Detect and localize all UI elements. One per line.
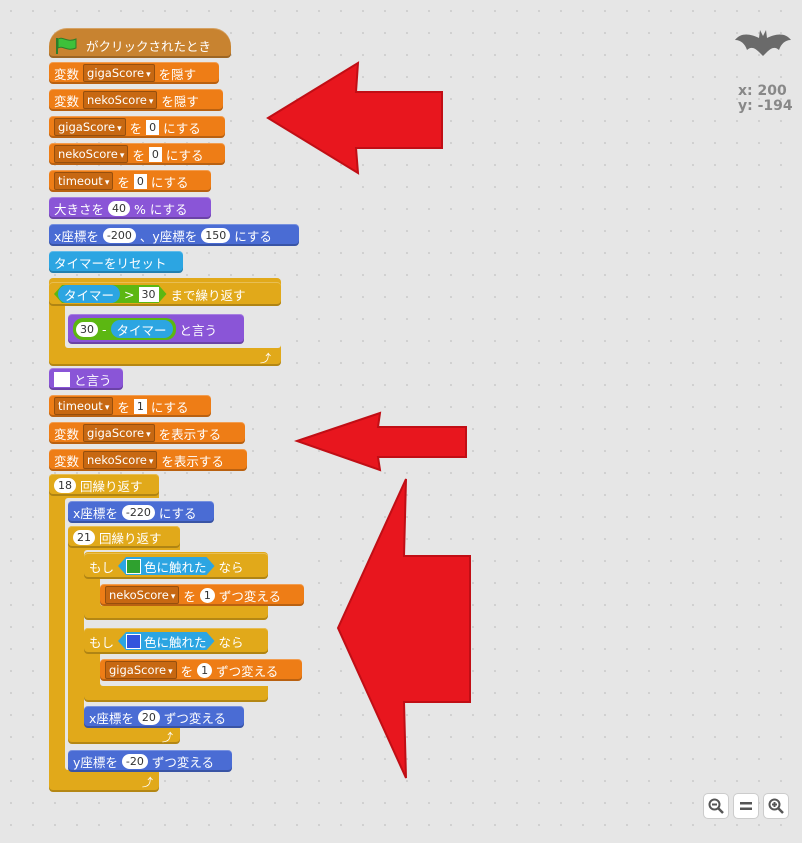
repeat-until-header[interactable]: タイマー > 30 まで繰り返す — [49, 282, 281, 306]
value-input[interactable]: 30 — [139, 287, 159, 302]
value-input[interactable]: 0 — [133, 173, 147, 189]
repeat-18-header[interactable]: 18 回繰り返す — [49, 474, 159, 496]
variable-dropdown[interactable]: timeout — [54, 397, 114, 415]
hide-variable-block[interactable]: 変数 gigaScore を隠す — [49, 62, 219, 84]
x-input[interactable]: -220 — [121, 504, 155, 520]
zoom-out-icon — [708, 798, 724, 814]
subtract-operator[interactable]: 30 - タイマー — [73, 318, 176, 340]
show-variable-block[interactable]: 変数 nekoScore を表示する — [49, 449, 247, 471]
scripts-area[interactable]: ⤴ ⤴ ⤴ がクリックされたとき 変数 gigaScore を隠す 変数 nek… — [0, 0, 802, 843]
timer-reporter[interactable]: タイマー — [110, 320, 173, 338]
message-input[interactable] — [54, 371, 70, 387]
x-input[interactable]: -200 — [102, 227, 136, 243]
if-touching-color-header[interactable]: もし 色に触れた なら — [84, 553, 268, 579]
variable-dropdown[interactable]: timeout — [54, 172, 114, 190]
red-arrow-annotation — [266, 61, 443, 175]
show-variable-block[interactable]: 変数 gigaScore を表示する — [49, 422, 245, 444]
red-arrow-annotation — [336, 478, 471, 779]
touching-color-sensor[interactable]: 色に触れた — [118, 632, 215, 650]
count-input[interactable]: 21 — [73, 529, 95, 545]
zoom-out-button[interactable] — [704, 794, 728, 818]
loop-arrow-icon: ⤴ — [142, 776, 153, 789]
variable-dropdown[interactable]: nekoScore — [83, 91, 158, 109]
set-variable-block[interactable]: timeout を 0 にする — [49, 170, 211, 192]
variable-dropdown[interactable]: gigaScore — [105, 661, 177, 679]
zoom-in-button[interactable] — [764, 794, 788, 818]
zoom-reset-icon — [740, 802, 752, 810]
hat-label: がクリックされたとき — [86, 39, 212, 54]
reset-timer-block[interactable]: タイマーをリセット — [49, 251, 183, 273]
set-x-block[interactable]: x座標を -220 にする — [68, 501, 214, 523]
set-variable-block[interactable]: timeout を 1 にする — [49, 395, 211, 417]
zoom-in-icon — [768, 798, 784, 814]
variable-dropdown[interactable]: nekoScore — [54, 145, 129, 163]
variable-dropdown[interactable]: nekoScore — [105, 586, 180, 604]
count-input[interactable]: 18 — [54, 477, 76, 493]
timer-reporter[interactable]: タイマー — [58, 285, 120, 303]
greater-than-operator[interactable]: タイマー > 30 — [54, 285, 167, 303]
set-variable-block[interactable]: nekoScore を 0 にする — [49, 143, 225, 165]
value-input[interactable]: 30 — [76, 321, 98, 337]
go-to-xy-block[interactable]: x座標を -200 、y座標を 150 にする — [49, 224, 299, 246]
variable-dropdown[interactable]: gigaScore — [83, 424, 155, 442]
touching-color-sensor[interactable]: 色に触れた — [118, 557, 215, 575]
variable-dropdown[interactable]: nekoScore — [83, 451, 158, 469]
x-input[interactable]: 20 — [137, 709, 160, 725]
color-swatch-green[interactable] — [126, 559, 141, 574]
size-input[interactable]: 40 — [108, 200, 131, 216]
red-arrow-annotation — [294, 411, 467, 472]
sprite-x-readout: x: 200 — [738, 83, 787, 99]
sprite-y-readout: y: -194 — [738, 98, 793, 114]
change-variable-block[interactable]: gigaScore を 1 ずつ変える — [100, 659, 302, 681]
change-variable-block[interactable]: nekoScore を 1 ずつ変える — [100, 584, 304, 606]
value-input[interactable]: 0 — [148, 146, 162, 162]
bat-sprite-icon — [735, 30, 791, 56]
value-input[interactable]: 1 — [199, 587, 215, 603]
value-input[interactable]: 1 — [133, 398, 147, 414]
say-block[interactable]: 30 - タイマー と言う — [68, 314, 244, 344]
if-touching-color-header[interactable]: もし 色に触れた なら — [84, 628, 268, 654]
value-input[interactable]: 0 — [146, 119, 160, 135]
set-size-block[interactable]: 大きさを 40 % にする — [49, 197, 211, 219]
hide-variable-block[interactable]: 変数 nekoScore を隠す — [49, 89, 223, 111]
when-flag-clicked-block[interactable]: がクリックされたとき — [49, 28, 231, 58]
color-swatch-blue[interactable] — [126, 634, 141, 649]
say-block[interactable]: と言う — [49, 368, 123, 390]
loop-arrow-icon: ⤴ — [162, 731, 173, 744]
value-input[interactable]: 1 — [197, 662, 213, 678]
y-input[interactable]: 150 — [201, 227, 231, 243]
green-flag-icon — [56, 37, 77, 54]
set-variable-block[interactable]: gigaScore を 0 にする — [49, 116, 225, 138]
y-input[interactable]: -20 — [121, 753, 148, 769]
change-y-block[interactable]: y座標を -20 ずつ変える — [68, 750, 232, 772]
zoom-reset-button[interactable] — [734, 794, 758, 818]
repeat-21-header[interactable]: 21 回繰り返す — [68, 526, 180, 548]
change-x-block[interactable]: x座標を 20 ずつ変える — [84, 706, 244, 728]
loop-arrow-icon: ⤴ — [260, 352, 271, 365]
variable-dropdown[interactable]: gigaScore — [54, 118, 126, 136]
variable-dropdown[interactable]: gigaScore — [83, 64, 155, 82]
